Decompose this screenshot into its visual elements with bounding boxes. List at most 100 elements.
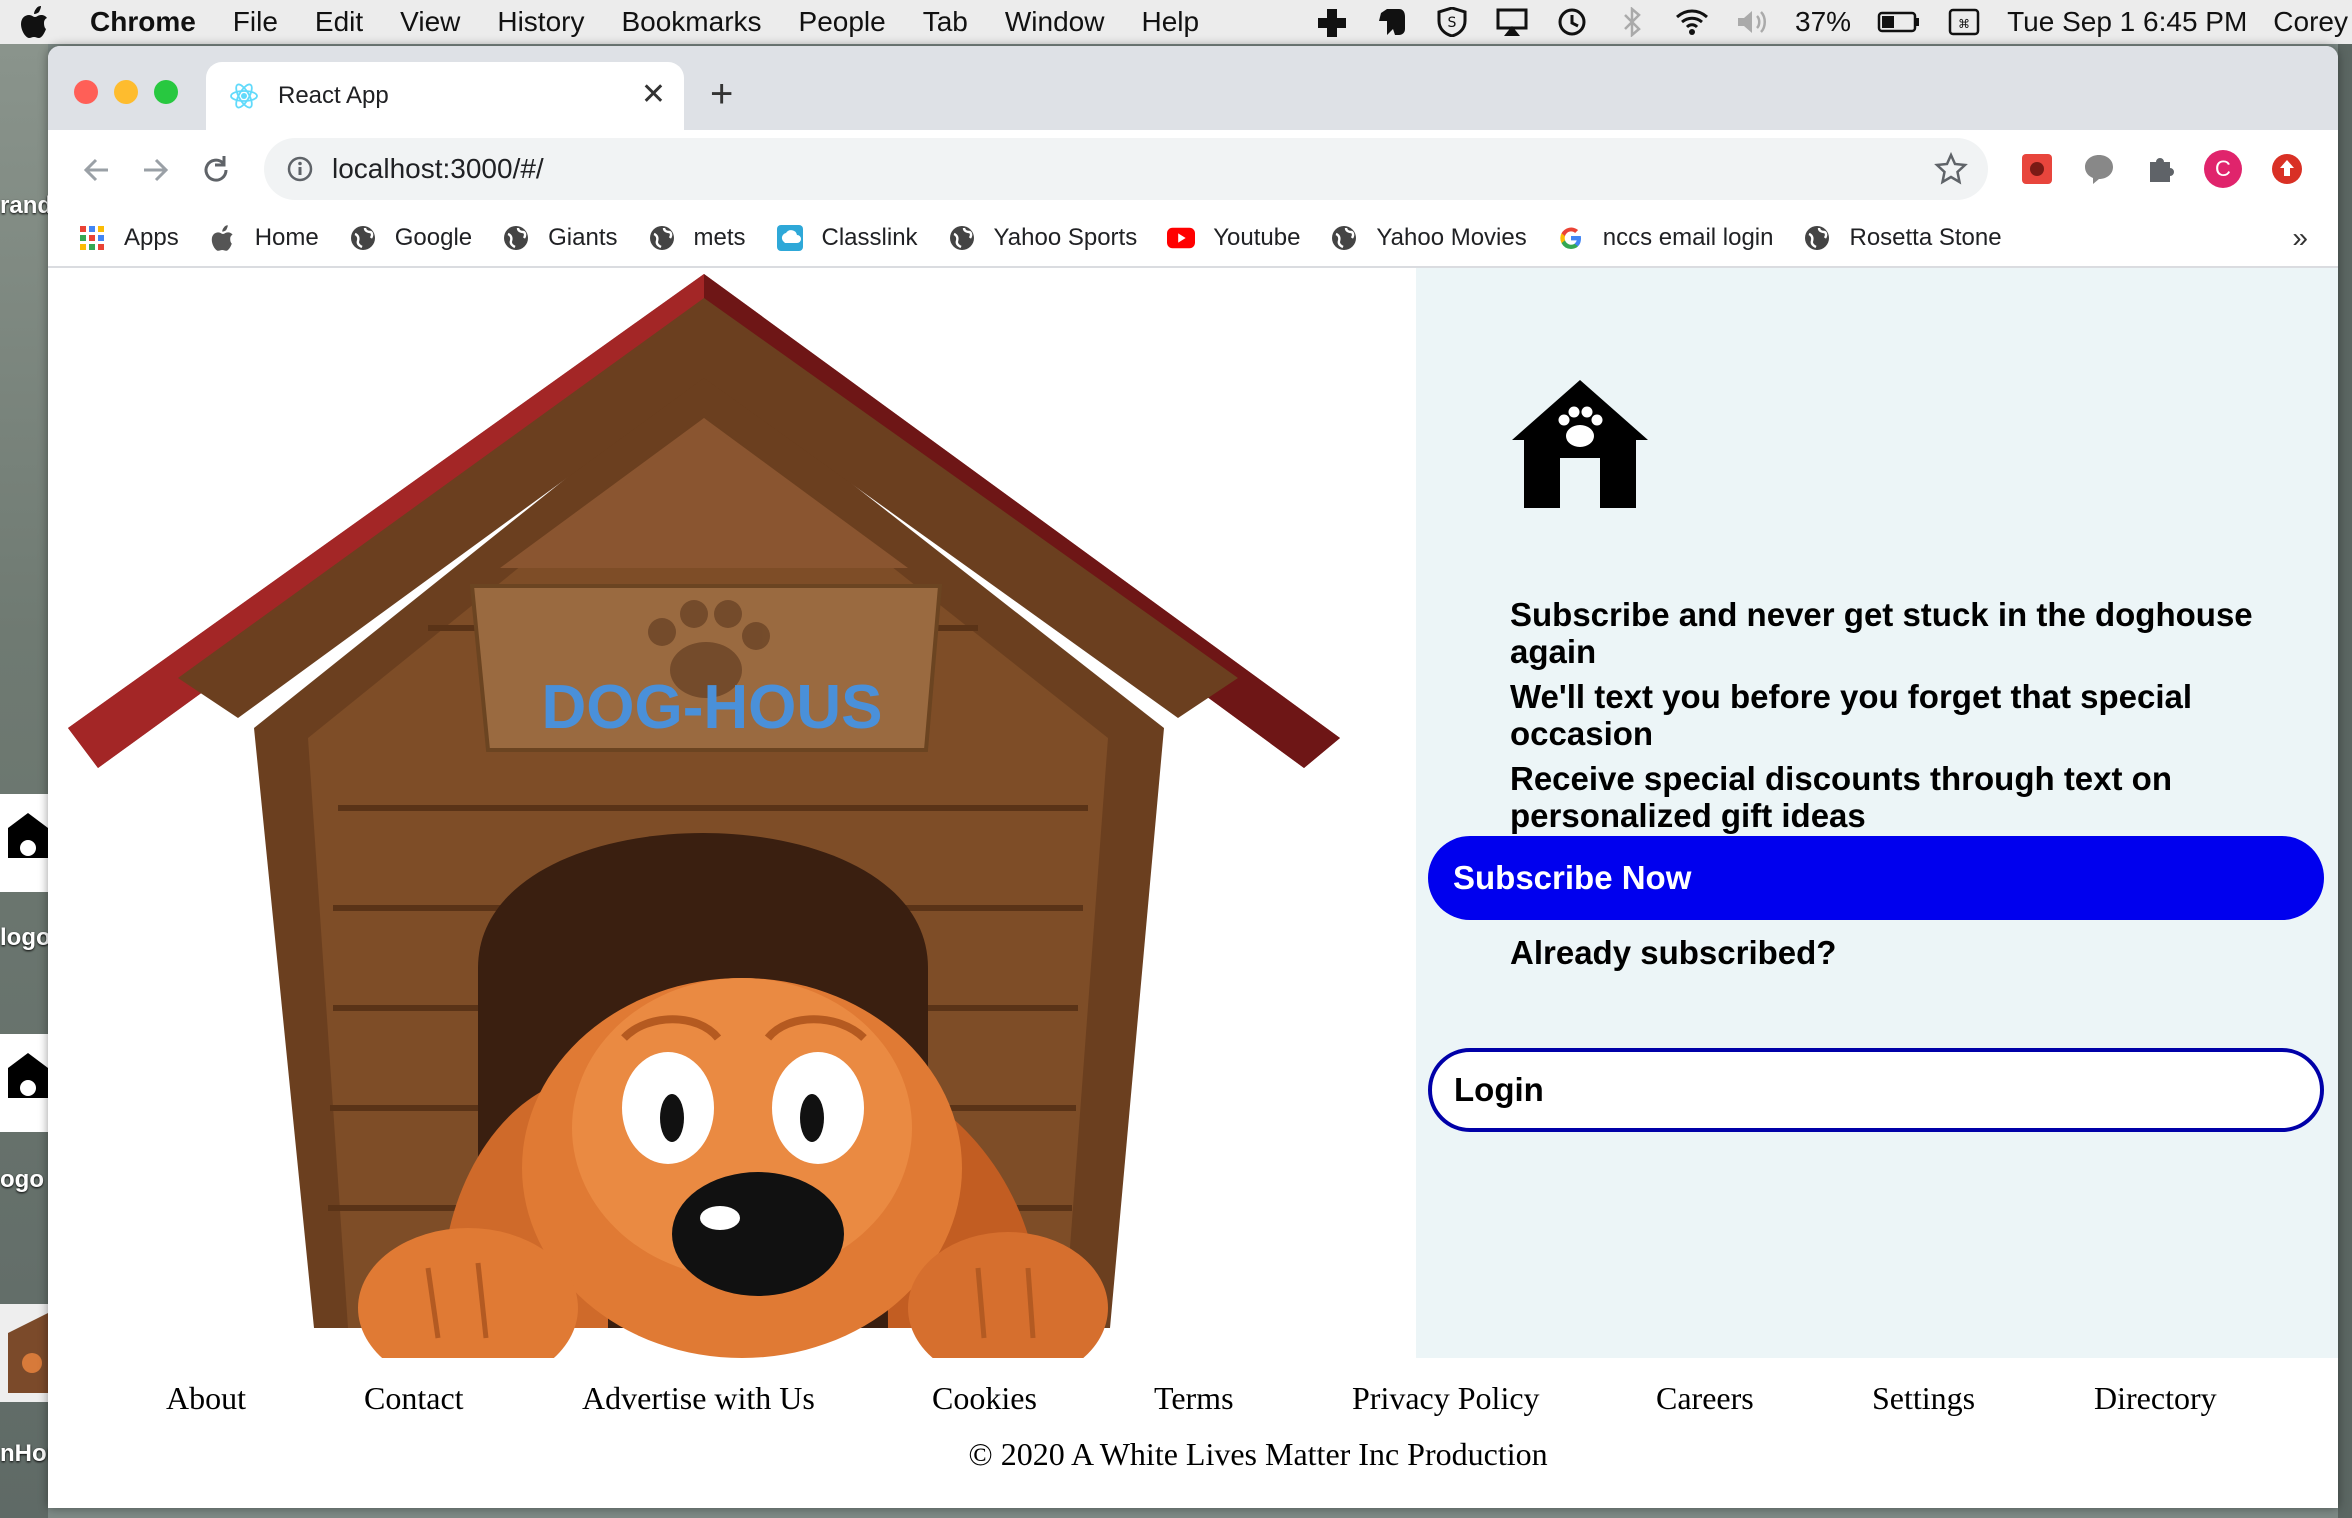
globe-icon — [1330, 224, 1358, 252]
footer-link-advertise[interactable]: Advertise with Us — [582, 1380, 815, 1417]
menu-edit[interactable]: Edit — [315, 6, 363, 38]
back-arrow-icon[interactable] — [78, 152, 114, 188]
keyboard-input-icon[interactable]: ⌘ — [1947, 7, 1981, 37]
desktop-file-label[interactable]: logo — [0, 924, 51, 952]
menu-app-name[interactable]: Chrome — [90, 6, 196, 38]
bookmark-nccs-email[interactable]: nccs email login — [1557, 224, 1774, 252]
url-text[interactable]: localhost:3000/#/ — [332, 153, 544, 185]
bookmark-google[interactable]: Google — [349, 224, 472, 252]
menu-window[interactable]: Window — [1005, 6, 1105, 38]
bookmark-label: Google — [394, 224, 473, 251]
tab-title: React App — [278, 82, 389, 109]
close-tab-icon[interactable]: ✕ — [641, 80, 666, 110]
site-info-icon[interactable] — [286, 155, 314, 183]
forward-arrow-icon[interactable] — [138, 152, 174, 188]
wifi-icon[interactable] — [1675, 7, 1709, 37]
bookmark-label: Yahoo Sports — [993, 224, 1138, 251]
menu-people[interactable]: People — [799, 6, 886, 38]
extension-bubble-icon[interactable] — [2080, 150, 2118, 188]
new-tab-icon[interactable]: + — [710, 74, 733, 114]
bookmark-label: nccs email login — [1602, 224, 1774, 251]
footer-link-directory[interactable]: Directory — [2094, 1380, 2217, 1417]
minimize-window-button[interactable] — [114, 80, 138, 104]
footer-link-settings[interactable]: Settings — [1872, 1380, 1975, 1417]
bookmark-label: Apps — [124, 224, 179, 251]
bookmark-yahoo-sports[interactable]: Yahoo Sports — [948, 224, 1138, 252]
time-machine-icon[interactable] — [1555, 7, 1589, 37]
feature-line-2: We'll text you before you forget that sp… — [1510, 678, 2193, 752]
footer-link-terms[interactable]: Terms — [1154, 1380, 1234, 1417]
tab-react-app[interactable]: React App ✕ — [206, 62, 684, 130]
footer-link-careers[interactable]: Careers — [1656, 1380, 1754, 1417]
bookmark-youtube[interactable]: Youtube — [1167, 224, 1300, 252]
desktop-file-icon[interactable] — [0, 1034, 48, 1132]
already-subscribed-text: Already subscribed? — [1510, 934, 1837, 971]
airplay-icon[interactable] — [1495, 7, 1529, 37]
volume-icon[interactable] — [1735, 7, 1769, 37]
apple-logo-icon[interactable] — [20, 5, 50, 39]
feature-line-1: Subscribe and never get stuck in the dog… — [1510, 596, 2253, 670]
bookmark-apps[interactable]: Apps — [78, 224, 179, 252]
update-chrome-icon[interactable] — [2268, 150, 2306, 188]
page-footer: About Contact Advertise with Us Cookies … — [48, 1358, 2338, 1508]
evernote-icon[interactable] — [1375, 7, 1409, 37]
address-bar[interactable]: localhost:3000/#/ — [264, 138, 1988, 200]
globe-icon — [502, 224, 530, 252]
bookmark-label: Youtube — [1213, 224, 1301, 251]
menu-file[interactable]: File — [233, 6, 278, 38]
menubar-clock[interactable]: Tue Sep 1 6:45 PM — [2007, 6, 2247, 38]
youtube-icon — [1167, 224, 1196, 252]
svg-text:S: S — [1448, 15, 1457, 31]
close-window-button[interactable] — [74, 80, 98, 104]
sign-text: DOG-HOUS — [542, 673, 883, 742]
menu-view[interactable]: View — [400, 6, 460, 38]
footer-links: About Contact Advertise with Us Cookies … — [48, 1380, 2338, 1420]
menu-help[interactable]: Help — [1141, 6, 1199, 38]
bookmark-label: mets — [693, 224, 746, 251]
apple-icon — [209, 224, 237, 252]
desktop-file-icon[interactable] — [0, 794, 48, 892]
bookmark-giants[interactable]: Giants — [502, 224, 618, 252]
battery-percent: 37% — [1795, 6, 1852, 37]
doghouse-paw-logo-icon — [1512, 380, 1648, 508]
zoom-window-button[interactable] — [154, 80, 178, 104]
bookmark-yahoo-movies[interactable]: Yahoo Movies — [1330, 224, 1527, 252]
menu-bookmarks[interactable]: Bookmarks — [621, 6, 761, 38]
menu-history[interactable]: History — [497, 6, 584, 38]
bookmark-label: Classlink — [821, 224, 918, 251]
plus-extension-icon[interactable] — [1315, 7, 1349, 37]
desktop-file-label[interactable]: ogo — [0, 1166, 44, 1194]
menubar-user[interactable]: Corey — [2273, 6, 2348, 38]
footer-link-privacy[interactable]: Privacy Policy — [1352, 1380, 1540, 1417]
desktop-file-label[interactable]: rand — [0, 192, 52, 220]
login-button[interactable]: Login — [1428, 1048, 2324, 1132]
bookmarks-overflow-icon[interactable]: » — [2292, 222, 2308, 254]
google-icon — [1557, 224, 1585, 252]
profile-initial: C — [2204, 150, 2242, 188]
web-page: DOG-HOUS Subscribe and never get stuck i… — [48, 268, 2338, 1508]
bluetooth-icon[interactable] — [1615, 7, 1649, 37]
bookmark-rosetta-stone[interactable]: Rosetta Stone — [1803, 224, 2002, 252]
bookmark-classlink[interactable]: Classlink — [776, 224, 918, 252]
extensions-puzzle-icon[interactable] — [2142, 150, 2180, 188]
menu-tab[interactable]: Tab — [923, 6, 968, 38]
bookmarks-bar: Apps Home Google Giants mets Classlink Y… — [48, 210, 2338, 268]
footer-link-cookies[interactable]: Cookies — [932, 1380, 1037, 1417]
bookmark-label: Home — [254, 224, 319, 251]
globe-icon — [1803, 224, 1831, 252]
bookmark-home[interactable]: Home — [209, 224, 319, 252]
copyright-text: © 2020 A White Lives Matter Inc Producti… — [968, 1436, 1548, 1472]
profile-avatar[interactable]: C — [2204, 150, 2242, 188]
battery-icon[interactable] — [1877, 7, 1921, 37]
footer-link-about[interactable]: About — [166, 1380, 246, 1417]
extension-red-icon[interactable] — [2018, 150, 2056, 188]
shield-icon[interactable]: S — [1435, 7, 1469, 37]
bookmark-mets[interactable]: mets — [648, 224, 746, 252]
subscribe-now-button[interactable]: Subscribe Now — [1428, 836, 2324, 920]
globe-icon — [648, 224, 676, 252]
desktop-file-icon[interactable] — [0, 1304, 48, 1402]
bookmark-label: Rosetta Stone — [1849, 224, 2002, 251]
footer-link-contact[interactable]: Contact — [364, 1380, 464, 1417]
reload-icon[interactable] — [198, 152, 234, 188]
bookmark-star-icon[interactable] — [1934, 152, 1968, 186]
